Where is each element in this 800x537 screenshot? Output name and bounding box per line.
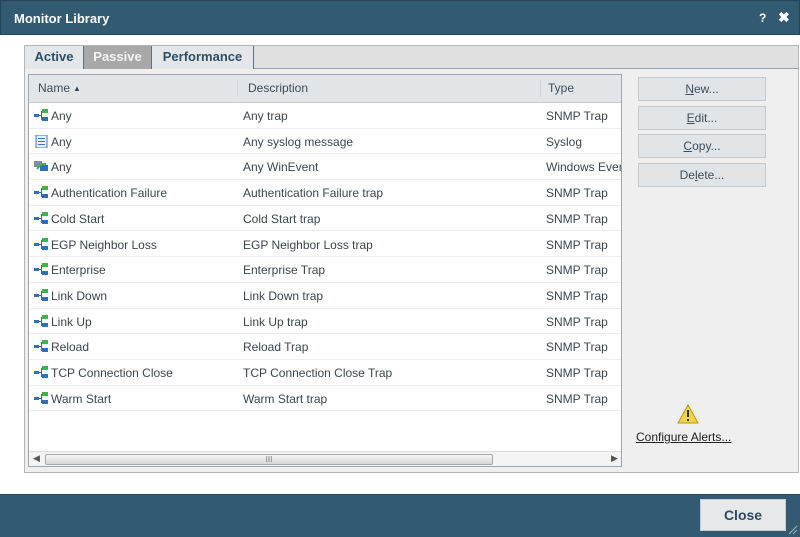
column-header-name-label: Name (38, 81, 71, 95)
horizontal-scrollbar[interactable]: ◀ III ▶ (29, 451, 621, 466)
cell-description: Cold Start trap (243, 211, 321, 226)
cell-type: SNMP Trap (546, 237, 608, 252)
table-row[interactable]: Link Up Link Up trap SNMP Trap (29, 309, 621, 335)
cell-description: Any syslog message (243, 134, 354, 149)
help-icon[interactable]: ? (759, 11, 766, 25)
cell-type: SNMP Trap (546, 391, 608, 406)
cell-name: TCP Connection Close (51, 366, 173, 380)
delete-label-pre: De (679, 168, 695, 182)
cell-name: Enterprise (51, 263, 106, 278)
cell-type: SNMP Trap (546, 263, 608, 278)
copy-button[interactable]: Copy... (638, 134, 766, 158)
tab-performance[interactable]: Performance (152, 46, 254, 69)
cell-description: EGP Neighbor Loss trap (243, 237, 373, 252)
table-row[interactable]: Link Down Link Down trap SNMP Trap (29, 283, 621, 309)
table-row[interactable]: Warm Start Warm Start trap SNMP Trap (29, 386, 621, 412)
edit-label: dit... (694, 111, 718, 125)
edit-mnemonic: E (686, 111, 695, 125)
copy-mnemonic: C (683, 139, 693, 153)
cell-name: Any (51, 160, 72, 175)
column-divider[interactable] (540, 80, 541, 97)
monitor-table: Name ▲ Description Type Any Any trap SNMP T… (28, 74, 622, 467)
copy-label: opy... (692, 139, 721, 153)
cell-description: TCP Connection Close Trap (243, 366, 393, 380)
cell-description: Any WinEvent (243, 160, 319, 175)
column-header-type[interactable]: Type (548, 81, 574, 95)
cell-name: Warm Start (51, 391, 112, 406)
warning-icon (677, 404, 699, 424)
column-divider[interactable] (237, 80, 238, 97)
cell-type: SNMP Trap (546, 211, 608, 226)
footer-bar: Close (0, 494, 800, 537)
delete-button[interactable]: Delete... (638, 163, 766, 187)
cell-name: Cold Start (51, 211, 105, 226)
edit-button[interactable]: Edit... (638, 106, 766, 130)
cell-description: Enterprise Trap (243, 263, 326, 278)
cell-name: Authentication Failure (51, 186, 168, 201)
table-row[interactable]: Authentication Failure Authentication Fai… (29, 180, 621, 206)
table-row[interactable]: Any Any syslog message Syslog (29, 129, 621, 155)
cell-description: Authentication Failure trap (243, 186, 384, 201)
cell-name: Link Down (51, 288, 108, 303)
table-row[interactable]: Reload Reload Trap SNMP Trap (29, 334, 621, 360)
sort-ascending-icon: ▲ (73, 84, 81, 93)
cell-type: SNMP Trap (546, 109, 608, 123)
table-row[interactable]: Enterprise Enterprise Trap SNMP Trap (29, 257, 621, 283)
resize-grip-icon[interactable] (786, 523, 798, 535)
cell-type: SNMP Trap (546, 186, 608, 201)
cell-type: SNMP Trap (546, 288, 608, 303)
cell-description: Link Down trap (243, 288, 324, 303)
monitor-panel: Active Passive Performance Name ▲ Descrip… (24, 45, 799, 473)
cell-description: Link Up trap (243, 314, 308, 329)
cell-description: Any trap (243, 109, 288, 123)
tab-passive[interactable]: Passive (84, 46, 152, 69)
scroll-left-icon[interactable]: ◀ (33, 453, 40, 464)
tab-strip: Active Passive Performance (25, 46, 798, 69)
column-header-description[interactable]: Description (248, 81, 308, 95)
table-row[interactable]: EGP Neighbor Loss EGP Neighbor Loss trap S… (29, 232, 621, 258)
table-row[interactable]: Any Any WinEvent Windows Event (29, 154, 621, 181)
table-row[interactable]: Any Any trap SNMP Trap (29, 103, 621, 129)
cell-type: SNMP Trap (546, 366, 608, 380)
cell-description: Reload Trap (243, 340, 309, 355)
table-row[interactable]: TCP Connection Close TCP Connection Close… (29, 360, 621, 386)
cell-name: Any (51, 134, 72, 149)
scroll-right-icon[interactable]: ▶ (611, 453, 618, 464)
delete-label: ete... (697, 168, 725, 182)
configure-alerts-link[interactable]: Configure Alerts... (636, 430, 731, 444)
cell-type: Syslog (546, 134, 583, 149)
scrollbar-thumb[interactable]: III (45, 454, 493, 465)
cell-type: Windows Event (546, 160, 621, 175)
new-label: ew... (693, 82, 719, 96)
close-button[interactable]: Close (700, 499, 786, 531)
tab-active[interactable]: Active (25, 46, 84, 69)
window-title: Monitor Library (14, 11, 110, 26)
cell-type: SNMP Trap (546, 340, 608, 355)
new-button[interactable]: New... (638, 77, 766, 101)
table-row[interactable]: Cold Start Cold Start trap SNMP Trap (29, 206, 621, 232)
new-mnemonic: N (685, 82, 694, 96)
title-bar: Monitor Library ? ✖ (0, 0, 800, 35)
cell-name: Reload (51, 340, 90, 355)
cell-name: EGP Neighbor Loss (51, 237, 157, 252)
cell-type: SNMP Trap (546, 314, 608, 329)
cell-description: Warm Start trap (243, 391, 328, 406)
table-header: Name ▲ Description Type (29, 75, 621, 103)
column-header-name[interactable]: Name ▲ (38, 81, 81, 95)
cell-name: Any (51, 109, 72, 123)
cell-name: Link Up (51, 314, 92, 329)
close-icon[interactable]: ✖ (778, 9, 790, 26)
